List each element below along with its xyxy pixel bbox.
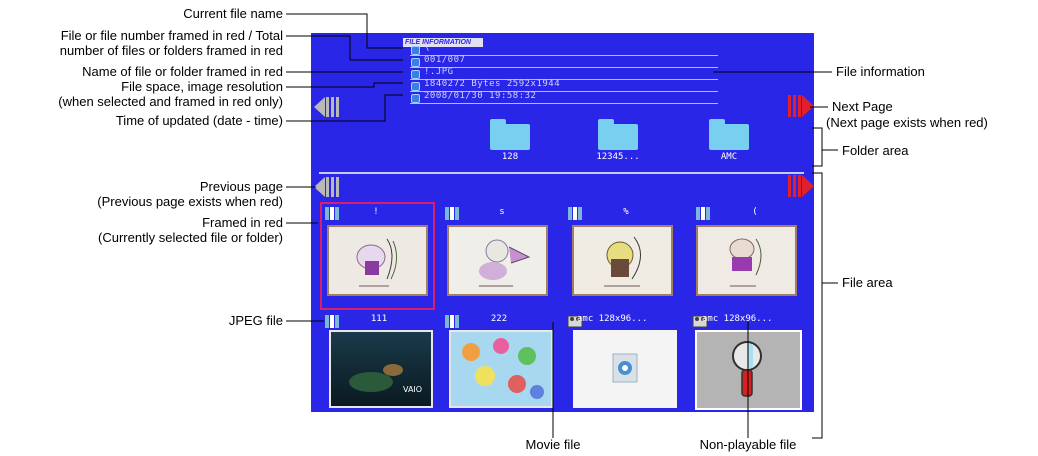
leader-line	[286, 94, 403, 122]
bracket	[812, 127, 823, 167]
callout-leader-lines	[286, 13, 838, 439]
leader-line	[286, 13, 403, 49]
leader-line	[286, 82, 403, 88]
bracket	[812, 172, 823, 439]
